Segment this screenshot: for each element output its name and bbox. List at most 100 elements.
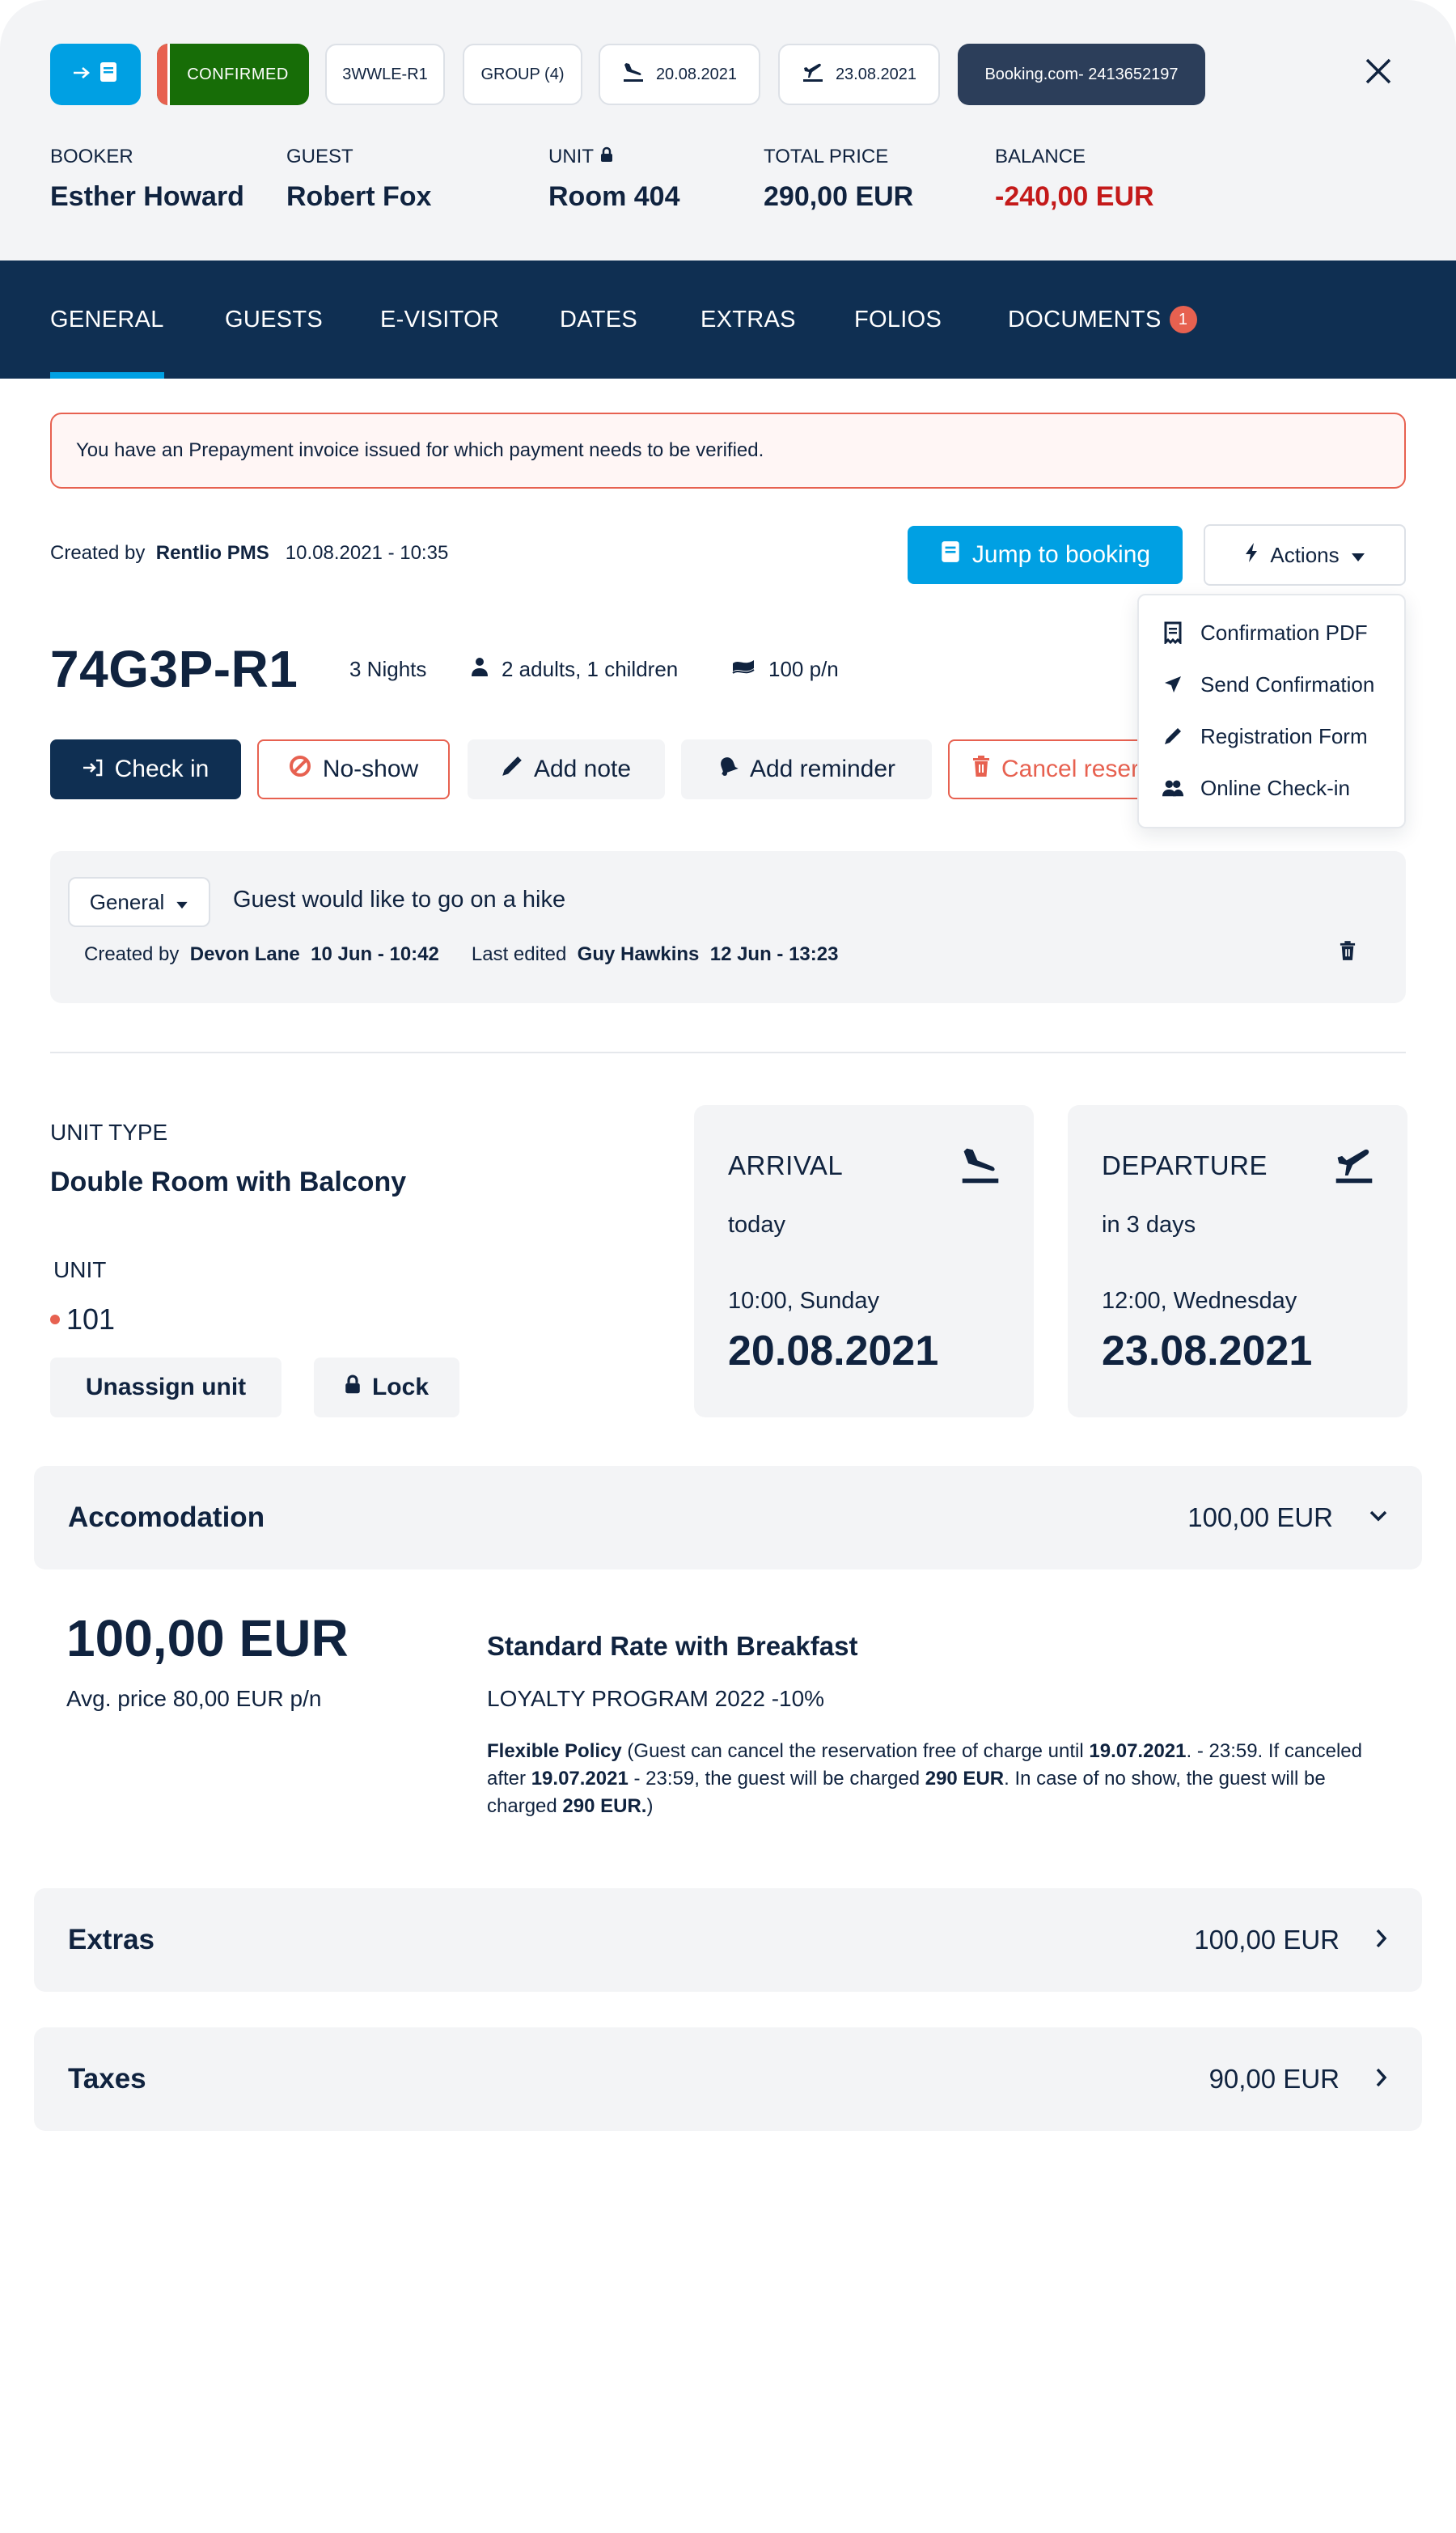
menu-item-registration-form[interactable]: Registration Form <box>1162 720 1368 752</box>
accommodation-avg-price: Avg. price 80,00 EUR p/n <box>66 1686 322 1711</box>
rate-info: 100 p/n <box>731 657 839 682</box>
jump-to-booking-button[interactable]: Jump to booking <box>908 526 1183 584</box>
booking-source-chip[interactable]: Booking.com- 2413652197 <box>958 44 1205 105</box>
unit-status-dot <box>50 1315 60 1324</box>
documents-count-badge: 1 <box>1169 306 1197 333</box>
extras-section-toggle[interactable]: Extras 100,00 EUR <box>34 1888 1422 1992</box>
add-note-button[interactable]: Add note <box>468 739 665 799</box>
note-text[interactable]: Guest would like to go on a hike <box>233 887 565 913</box>
extras-title: Extras <box>68 1924 155 1955</box>
balance-label: BALANCE <box>995 146 1086 167</box>
menu-item-label: Confirmation PDF <box>1200 620 1368 645</box>
booker-label: BOOKER <box>50 146 133 167</box>
extras-amount: 100,00 EUR <box>1194 1925 1340 1955</box>
close-button[interactable] <box>1359 53 1398 92</box>
tab-label: GENERAL <box>50 306 164 333</box>
caret-down-icon <box>1351 543 1365 568</box>
section-divider <box>50 1052 1406 1053</box>
actions-dropdown-button[interactable]: Actions <box>1204 524 1406 586</box>
unassign-unit-button[interactable]: Unassign unit <box>50 1358 281 1417</box>
arrow-right-icon <box>73 66 91 84</box>
status-label: CONFIRMED <box>187 65 289 83</box>
tab-label: FOLIOS <box>854 306 942 333</box>
departure-card: DEPARTURE in 3 days 12:00, Wednesday 23.… <box>1068 1105 1407 1417</box>
tab-general[interactable]: GENERAL <box>50 261 164 379</box>
note-edited-by: Guy Hawkins <box>577 943 700 965</box>
check-in-button[interactable]: Check in <box>50 739 241 799</box>
policy-text: - 23:59, the guest will be charged <box>628 1768 925 1790</box>
taxes-title: Taxes <box>68 2063 146 2095</box>
tab-extras[interactable]: EXTRAS <box>700 261 796 379</box>
lock-unit-button[interactable]: Lock <box>314 1358 459 1417</box>
total-price-label: TOTAL PRICE <box>764 146 889 167</box>
add-reminder-button[interactable]: Add reminder <box>681 739 932 799</box>
lock-icon <box>345 1374 361 1401</box>
plane-landing-icon <box>959 1144 1001 1190</box>
menu-item-send-confirmation[interactable]: Send Confirmation <box>1162 668 1374 701</box>
trash-icon <box>1340 941 1356 964</box>
note-type-select[interactable]: General <box>68 877 210 927</box>
note-card: General Guest would like to go on a hike… <box>50 851 1406 1003</box>
note-edited-at: 12 Jun - 13:23 <box>709 943 839 965</box>
created-by: Rentlio PMS <box>155 542 269 564</box>
departure-time: 12:00, Wednesday <box>1102 1288 1297 1314</box>
no-show-label: No-show <box>322 756 419 782</box>
check-in-label: Check in <box>114 756 210 782</box>
departure-date-label: 23.08.2021 <box>835 65 917 83</box>
policy-amount: 290 EUR <box>925 1768 1005 1790</box>
jump-to-booking-label: Jump to booking <box>971 541 1151 568</box>
note-edited-prefix: Last edited <box>471 943 567 965</box>
note-created-by: Devon Lane <box>189 943 300 965</box>
arrival-date-chip[interactable]: 20.08.2021 <box>599 44 760 105</box>
policy-amount: 290 EUR. <box>562 1795 647 1817</box>
delete-note-button[interactable] <box>1340 940 1356 965</box>
pencil-icon <box>502 756 523 783</box>
arrival-date: 20.08.2021 <box>728 1328 939 1375</box>
jump-to-booking-chip[interactable] <box>50 44 141 105</box>
policy-text: ) <box>646 1795 654 1817</box>
departure-date-chip[interactable]: 23.08.2021 <box>778 44 940 105</box>
arrival-title: ARRIVAL <box>728 1150 844 1180</box>
departure-relative: in 3 days <box>1102 1212 1196 1238</box>
unit-type-label: UNIT TYPE <box>50 1120 168 1145</box>
menu-item-online-check-in[interactable]: Online Check-in <box>1162 772 1350 804</box>
unit-label-row: UNIT <box>548 146 680 168</box>
policy-name: Flexible Policy <box>487 1740 622 1762</box>
unit-field: UNIT Room 404 <box>548 146 680 213</box>
reservation-code-chip[interactable]: 3WWLE-R1 <box>325 44 445 105</box>
users-icon <box>1162 778 1184 798</box>
arrival-date-label: 20.08.2021 <box>655 65 738 83</box>
plane-takeoff-icon <box>802 61 824 87</box>
tab-folios[interactable]: FOLIOS <box>854 261 942 379</box>
lightning-icon <box>1244 542 1259 569</box>
policy-date: 19.07.2021 <box>1089 1740 1187 1762</box>
nights-info: 3 Nights <box>319 657 426 682</box>
created-prefix: Created by <box>50 542 146 564</box>
accommodation-amount: 100,00 EUR <box>1187 1502 1333 1532</box>
guest-field: GUEST Robert Fox <box>286 146 431 213</box>
chevron-right-icon <box>1375 1928 1388 1953</box>
tab-documents[interactable]: DOCUMENTS 1 <box>1008 261 1197 379</box>
tab-e-visitor[interactable]: E-VISITOR <box>380 261 499 379</box>
reservation-code: 74G3P-R1 <box>50 640 298 698</box>
taxes-amount: 90,00 EUR <box>1208 2064 1340 2094</box>
sign-in-icon <box>83 756 104 783</box>
chevron-down-icon <box>1369 1510 1388 1527</box>
status-badge[interactable]: CONFIRMED <box>157 44 309 105</box>
caret-down-icon <box>176 890 188 915</box>
unit-type-value: Double Room with Balcony <box>50 1167 407 1197</box>
tab-guests[interactable]: GUESTS <box>225 261 323 379</box>
chevron-right-icon <box>1375 2067 1388 2092</box>
promotion-label: LOYALTY PROGRAM 2022 -10% <box>487 1686 825 1711</box>
group-chip[interactable]: GROUP (4) <box>463 44 582 105</box>
occupancy-info: 2 adults, 1 children <box>471 657 678 682</box>
accommodation-section-toggle[interactable]: Accomodation 100,00 EUR <box>34 1466 1422 1569</box>
send-icon <box>1162 676 1184 693</box>
menu-item-confirmation-pdf[interactable]: Confirmation PDF <box>1162 616 1368 649</box>
occupancy-label: 2 adults, 1 children <box>502 657 679 681</box>
booker-value: Esther Howard <box>50 181 244 212</box>
tab-dates[interactable]: DATES <box>560 261 637 379</box>
no-show-button[interactable]: No-show <box>257 739 450 799</box>
close-icon <box>1365 57 1392 89</box>
taxes-section-toggle[interactable]: Taxes 90,00 EUR <box>34 2027 1422 2131</box>
